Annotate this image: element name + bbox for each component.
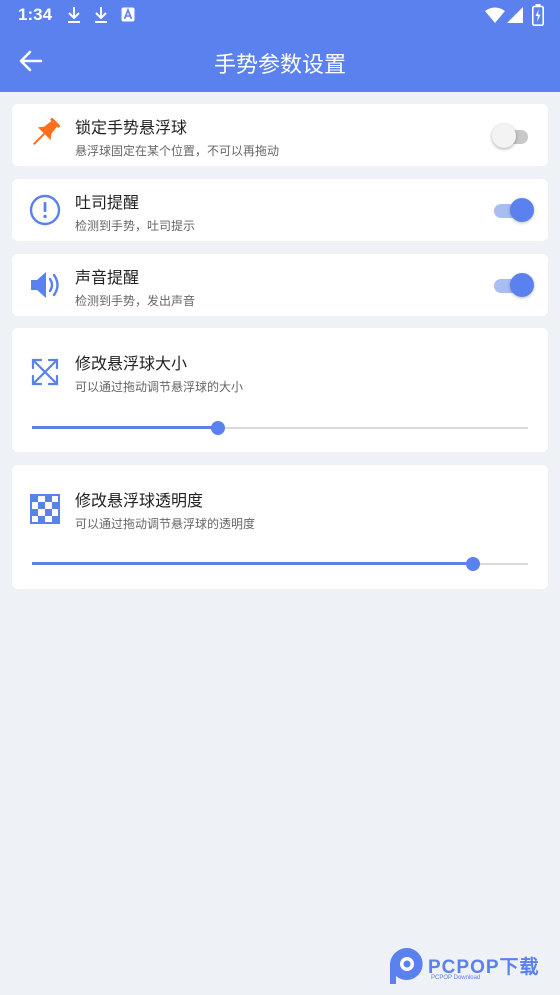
- battery-charging-icon: [532, 4, 544, 26]
- checkerboard-icon: [30, 494, 60, 524]
- cell-signal-icon: [507, 7, 523, 23]
- opacity-slider[interactable]: [32, 556, 528, 572]
- setting-lock-label: 锁定手势悬浮球: [75, 118, 188, 137]
- setting-sound-card[interactable]: 声音提醒 检测到手势，发出声音: [12, 254, 548, 316]
- expand-arrows-icon: [31, 358, 59, 386]
- setting-sound-label: 声音提醒: [75, 268, 140, 287]
- download-icon: [68, 7, 80, 23]
- text-a-icon: [121, 7, 135, 22]
- setting-opacity-label: 修改悬浮球透明度: [75, 491, 204, 510]
- setting-size-description: 可以通过拖动调节悬浮球的大小: [75, 380, 244, 394]
- setting-toast-label: 吐司提醒: [75, 193, 140, 212]
- watermark: PCPOP下载 PCPOP Download: [388, 946, 558, 986]
- setting-opacity-card: 修改悬浮球透明度 可以通过拖动调节悬浮球的透明度: [12, 465, 548, 589]
- speaker-icon: [31, 272, 59, 298]
- pin-icon: [32, 117, 61, 146]
- setting-sound-description: 检测到手势，发出声音: [75, 294, 196, 308]
- sound-toggle[interactable]: [494, 271, 534, 299]
- alert-circle-icon: [29, 194, 61, 226]
- app-bar: 手势参数设置: [0, 30, 560, 92]
- status-time: 1:34: [18, 5, 53, 24]
- toggle-knob: [510, 198, 534, 222]
- setting-size-label: 修改悬浮球大小: [75, 354, 188, 373]
- setting-lock-card[interactable]: 锁定手势悬浮球 悬浮球固定在某个位置，不可以再拖动: [12, 104, 548, 166]
- setting-toast-description: 检测到手势，吐司提示: [75, 219, 196, 233]
- setting-opacity-description: 可以通过拖动调节悬浮球的透明度: [75, 517, 256, 531]
- slider-thumb[interactable]: [466, 557, 481, 571]
- pcpop-logo-icon: [390, 948, 423, 984]
- setting-toast-card[interactable]: 吐司提醒 检测到手势，吐司提示: [12, 179, 548, 241]
- wifi-icon: [485, 7, 505, 23]
- watermark-subtext: PCPOP Download: [431, 975, 481, 981]
- slider-thumb[interactable]: [211, 421, 225, 435]
- setting-lock-description: 悬浮球固定在某个位置，不可以再拖动: [75, 144, 280, 158]
- toggle-knob: [510, 273, 534, 297]
- lock-toggle[interactable]: [492, 122, 534, 150]
- slider-fill: [32, 426, 218, 429]
- setting-size-card: 修改悬浮球大小 可以通过拖动调节悬浮球的大小: [12, 328, 548, 452]
- page-title: 手势参数设置: [213, 53, 346, 78]
- size-slider[interactable]: [32, 420, 528, 436]
- slider-fill: [32, 562, 474, 565]
- toggle-knob: [492, 124, 516, 148]
- download-icon: [95, 7, 107, 23]
- toast-toggle[interactable]: [494, 196, 534, 224]
- status-bar: 1:34: [0, 0, 560, 30]
